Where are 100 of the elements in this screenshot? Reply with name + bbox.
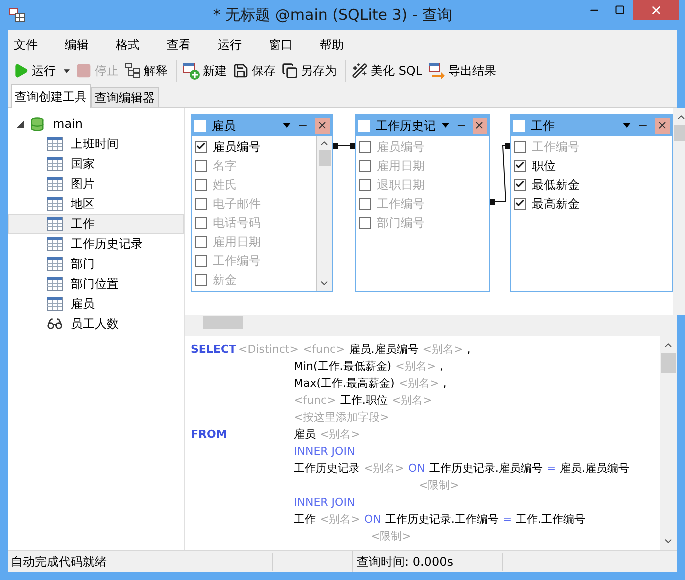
field-name: 最低薪金 — [532, 176, 580, 194]
table-box[interactable]: 工作 工作编号 职位 最低薪金 最高薪金 — [510, 114, 673, 292]
table-icon — [47, 297, 63, 311]
caret-icon — [64, 68, 70, 74]
toolbar-button[interactable]: 美化 SQL — [352, 60, 423, 82]
connector-line — [490, 141, 510, 207]
checkbox[interactable] — [195, 140, 207, 152]
save-icon — [233, 63, 249, 79]
checkbox[interactable] — [359, 178, 371, 190]
toolbar-button[interactable]: 另存为 — [282, 60, 337, 82]
tree-item[interactable]: 部门位置 — [8, 274, 184, 294]
scrollbar[interactable] — [316, 136, 332, 291]
dropdown-icon — [442, 123, 450, 128]
menu-item[interactable]: 编辑 — [65, 36, 116, 54]
checkbox[interactable] — [195, 160, 207, 172]
checkbox[interactable] — [359, 198, 371, 210]
tree-item[interactable]: main — [8, 114, 184, 134]
toolbar-button[interactable]: 导出结果 — [428, 60, 497, 82]
tree-item[interactable]: 工作历史记录 — [8, 234, 184, 254]
sql-text: Min(工作.最低薪金) — [294, 359, 392, 375]
toolbar-button[interactable]: 解释 — [125, 60, 168, 82]
tree-item[interactable]: 地区 — [8, 194, 184, 214]
tab[interactable]: 查询创建工具 — [11, 84, 91, 108]
sql-keyword: = — [546, 461, 556, 477]
scrollbar[interactable] — [660, 336, 677, 550]
play-icon — [13, 63, 29, 79]
checkbox[interactable] — [513, 120, 525, 132]
sql-text: 雇员.雇员编号 — [560, 461, 630, 477]
sql-text: 雇员 — [294, 427, 316, 443]
table-box[interactable]: 工作历史记 雇员编号 雇用日期 退职日期 工作编号 部门编号 — [355, 114, 490, 292]
sql-keyword: ON — [364, 512, 382, 528]
close-icon — [650, 4, 662, 16]
checkbox[interactable] — [359, 216, 371, 228]
checkbox[interactable] — [514, 178, 526, 190]
field-name: 工作编号 — [213, 252, 261, 270]
close-icon — [657, 120, 668, 131]
menu-item[interactable]: 帮助 — [320, 36, 371, 54]
scroll-thumb[interactable] — [203, 316, 243, 329]
sql-keyword: ON — [408, 461, 426, 477]
field-name: 薪金 — [213, 272, 237, 288]
tab[interactable]: 查询编辑器 — [91, 87, 159, 107]
sql-text: , — [440, 359, 444, 375]
scrollbar[interactable] — [673, 108, 685, 315]
scroll-thumb[interactable] — [661, 353, 676, 373]
toolbar-button[interactable]: 新建 — [183, 60, 227, 82]
close-button[interactable] — [633, 0, 679, 20]
close-button[interactable] — [655, 118, 670, 134]
field-name: 最高薪金 — [532, 196, 580, 212]
wand-icon — [352, 63, 368, 79]
sql-keyword: = — [502, 512, 512, 528]
tree-item[interactable]: 部门 — [8, 254, 184, 274]
checkbox[interactable] — [514, 140, 526, 152]
tree-item[interactable]: 上班时间 — [8, 134, 184, 154]
toolbar-button[interactable]: 运行 — [13, 60, 70, 82]
checkbox[interactable] — [195, 236, 207, 248]
close-icon — [317, 120, 328, 131]
checkbox[interactable] — [195, 216, 207, 228]
sql-text: 工作.工作编号 — [516, 512, 586, 528]
checkbox[interactable] — [359, 160, 371, 172]
export-icon — [428, 62, 446, 80]
menu-item[interactable]: 查看 — [167, 36, 218, 54]
tree-item[interactable]: 工作 — [8, 214, 184, 234]
checkbox[interactable] — [194, 120, 206, 132]
checkbox[interactable] — [195, 254, 207, 266]
close-icon — [474, 120, 486, 131]
field-name: 雇用日期 — [213, 234, 261, 250]
checkbox[interactable] — [195, 198, 207, 210]
close-button[interactable] — [315, 118, 330, 134]
scroll-thumb[interactable] — [318, 150, 330, 166]
table-icon — [47, 277, 63, 291]
table-box[interactable]: 雇员 雇员编号 名字 姓氏 电子邮件 电话号码 雇用日期 工作编号 薪金 — [191, 114, 333, 292]
toolbar-button[interactable]: 保存 — [233, 60, 276, 82]
checkbox[interactable] — [358, 120, 370, 132]
tree-item[interactable]: 员工人数 — [8, 314, 184, 334]
dropdown-icon — [283, 123, 291, 128]
menu-item[interactable]: 格式 — [116, 36, 167, 54]
sql-text: 工作历史记录.工作编号 — [385, 512, 499, 528]
sql-text: 工作历史记录 — [294, 461, 360, 477]
scroll-thumb[interactable] — [674, 125, 685, 141]
menu-item[interactable]: 运行 — [218, 36, 269, 54]
checkbox[interactable] — [359, 140, 371, 152]
scrollbar[interactable] — [185, 315, 677, 330]
tree-item[interactable]: 图片 — [8, 174, 184, 194]
tree-item[interactable]: 雇员 — [8, 294, 184, 314]
checkbox[interactable] — [195, 274, 207, 286]
checkbox[interactable] — [514, 160, 526, 172]
menu-item[interactable]: 窗口 — [269, 36, 320, 54]
field-name: 名字 — [213, 158, 237, 174]
tree-item[interactable]: 国家 — [8, 154, 184, 174]
stop-icon — [76, 63, 92, 79]
sql-text: 工作.职位 — [340, 393, 388, 409]
menu-item[interactable]: 文件 — [14, 36, 65, 54]
close-button[interactable] — [472, 118, 487, 134]
field-name: 部门编号 — [377, 214, 425, 232]
table-box-header: 工作 — [511, 115, 672, 136]
checkbox[interactable] — [195, 178, 207, 190]
expander-icon[interactable] — [17, 120, 24, 128]
checkbox[interactable] — [514, 198, 526, 210]
sql-keyword: FROM — [191, 427, 228, 443]
table-icon — [47, 137, 63, 151]
